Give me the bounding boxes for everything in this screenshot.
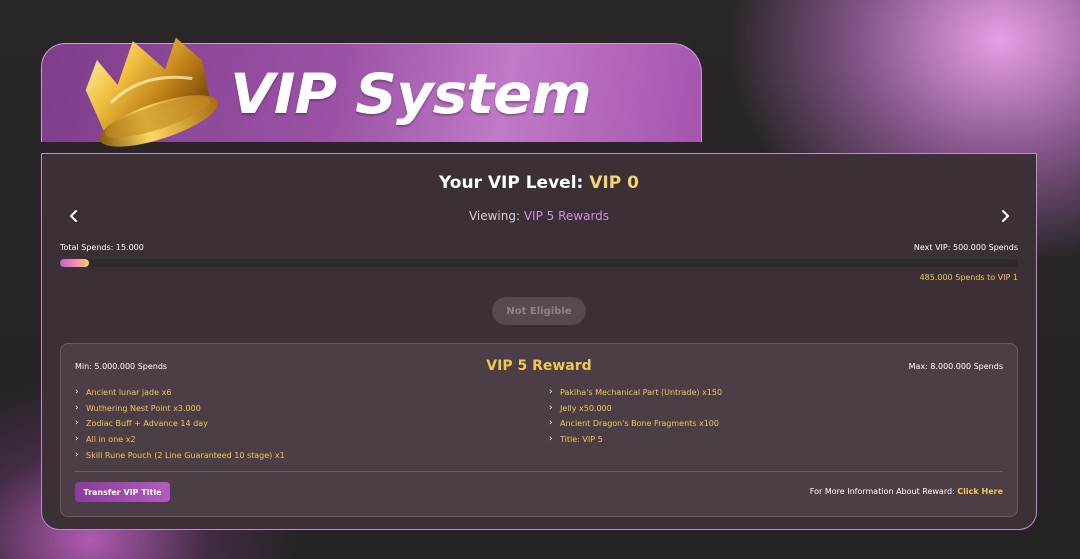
list-item: › Zodiac Buff + Advance 14 day (75, 416, 285, 432)
list-item: › Wuthering Nest Point x3.000 (75, 401, 285, 417)
vip-banner: VIP System (41, 37, 702, 147)
list-item: › Jelly x50.000 (549, 401, 722, 417)
progress-bar (60, 259, 1018, 267)
progress-bar-fill (60, 259, 89, 267)
reward-item-label: Jelly x50.000 (560, 403, 612, 413)
vip-panel: Your VIP Level: VIP 0 Viewing: VIP 5 Rew… (41, 153, 1037, 530)
chevron-right-icon: › (549, 418, 553, 429)
viewing-label: Viewing: (468, 209, 521, 223)
vip-level-value: VIP 0 (589, 173, 639, 193)
spends-remaining: 485.000 Spends to VIP 1 (919, 273, 1018, 282)
list-item: › Ancient lunar jade x6 (75, 385, 285, 401)
chevron-right-icon: › (549, 387, 553, 397)
reward-item-label: Wuthering Nest Point x3.000 (86, 403, 201, 413)
reward-item-label: Pakiha's Mechanical Part (Untrade) x150 (560, 388, 723, 397)
more-info-label: For More Information About Reward: (809, 487, 955, 496)
click-here-link[interactable]: Click Here (957, 487, 1003, 496)
banner-title: VIP System (230, 61, 592, 127)
chevron-right-icon: › (75, 402, 79, 413)
list-item: › Title: VIP 5 (549, 432, 722, 448)
list-item: › All in one x2 (75, 432, 285, 448)
reward-list-left: › Ancient lunar jade x6 › Wuthering Nest P… (75, 385, 285, 463)
reward-list-right: › Pakiha's Mechanical Part (Untrade) x150… (549, 385, 722, 448)
reward-item-label: Ancient Dragon's Bone Fragments x100 (560, 419, 719, 429)
reward-item-label: Zodiac Buff + Advance 14 day (86, 419, 208, 429)
viewing-value: VIP 5 Rewards (523, 209, 610, 223)
reward-card: Min: 5.000.000 Spends VIP 5 Reward Max: … (60, 343, 1018, 517)
list-item: › Ancient Dragon's Bone Fragments x100 (549, 416, 722, 432)
crown-icon (85, 37, 219, 147)
list-item: › Skill Rune Pouch (2 Line Guaranteed 10 … (75, 448, 285, 464)
chevron-right-icon: › (75, 434, 79, 445)
divider (75, 471, 1003, 472)
vip-level-label: Your VIP Level: (439, 173, 584, 193)
reward-item-label: All in one x2 (86, 435, 136, 445)
reward-item-label: Ancient lunar jade x6 (86, 388, 172, 397)
reward-max-spends: Max: 8.000.000 Spends (908, 362, 1003, 371)
chevron-right-icon: › (549, 402, 553, 413)
next-arrow-icon[interactable] (995, 206, 1015, 226)
not-eligible-button[interactable]: Not Eligible (492, 297, 586, 325)
viewing-indicator: Viewing: VIP 5 Rewards (42, 209, 1036, 223)
more-info: For More Information About Reward: Click… (810, 487, 1003, 496)
vip-level-heading: Your VIP Level: VIP 0 (42, 173, 1036, 193)
chevron-right-icon: › (75, 418, 79, 429)
chevron-right-icon: › (75, 387, 79, 397)
reward-item-label: Skill Rune Pouch (2 Line Guaranteed 10 s… (86, 450, 285, 460)
total-spends: Total Spends: 15.000 (60, 243, 144, 252)
chevron-right-icon: › (549, 434, 553, 445)
chevron-right-icon: › (75, 449, 79, 460)
next-vip-spends: Next VIP: 500.000 Spends (913, 243, 1018, 252)
reward-item-label: Title: VIP 5 (560, 435, 603, 445)
list-item: › Pakiha's Mechanical Part (Untrade) x150 (549, 385, 722, 401)
reward-title: VIP 5 Reward (486, 358, 592, 374)
transfer-vip-title-button[interactable]: Transfer VIP Title (75, 482, 170, 502)
spend-row: Total Spends: 15.000 Next VIP: 500.000 S… (60, 243, 1018, 252)
